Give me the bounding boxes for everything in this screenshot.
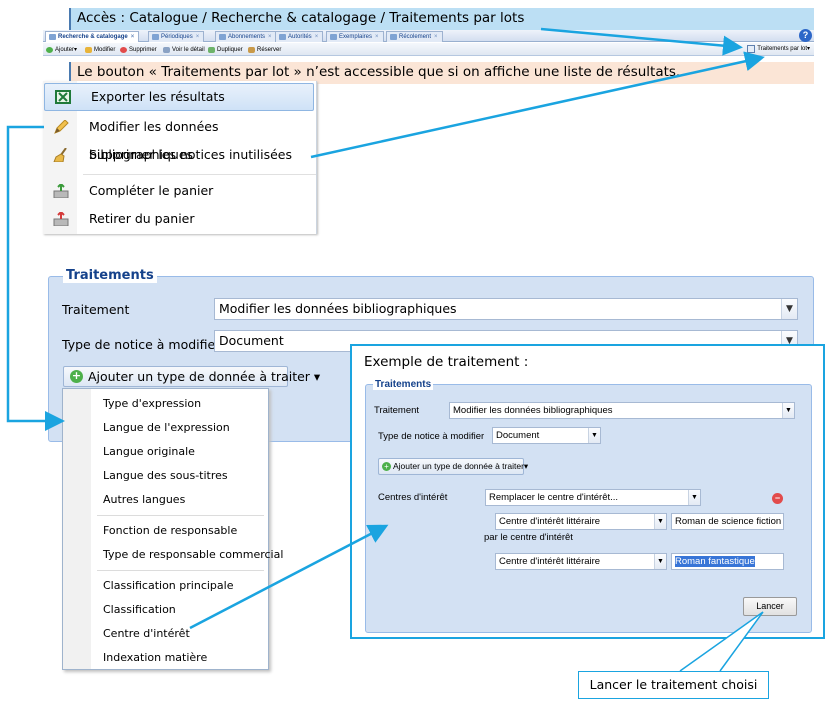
add-icon: +: [382, 462, 391, 471]
interest-value-input-2[interactable]: Roman fantastique: [671, 553, 784, 570]
close-icon[interactable]: ×: [131, 34, 135, 40]
chevron-down-icon[interactable]: ▼: [588, 428, 600, 443]
access-path-note: Accès : Catalogue / Recherche & cataloga…: [69, 8, 814, 30]
tab-autorites[interactable]: Autorités ×: [275, 31, 324, 42]
menu-separator: [97, 515, 264, 516]
replace-by-label: par le centre d'intérêt: [484, 532, 573, 543]
treatment-select[interactable]: Modifier les données bibliographiques ▼: [214, 298, 798, 320]
tab-abonnements[interactable]: Abonnements ×: [215, 31, 277, 42]
menu-item-remove-basket[interactable]: Retirer du panier: [43, 205, 317, 233]
menu-separator: [83, 174, 316, 175]
delete-button[interactable]: Supprimer: [120, 45, 157, 55]
close-icon[interactable]: ×: [434, 34, 438, 40]
pencil-icon: [54, 120, 69, 134]
batch-processing-menu: Exporter les résultats Modifier les donn…: [43, 81, 317, 234]
periodical-icon: [152, 34, 159, 40]
example-box: Exemple de traitement : Traitements Trai…: [350, 344, 825, 639]
copies-icon: [330, 34, 337, 40]
delete-icon: [120, 47, 127, 53]
list-item[interactable]: Type de responsable commercial: [103, 546, 283, 564]
notice-type-label: Type de notice à modifier: [62, 337, 221, 352]
close-icon[interactable]: ×: [375, 34, 379, 40]
menu-item-modify-bibliographic[interactable]: Modifier les données bibliographiques: [43, 113, 317, 162]
subscription-icon: [219, 34, 226, 40]
list-item[interactable]: Indexation matière: [103, 649, 207, 667]
tab-recolement[interactable]: Récolement ×: [386, 31, 443, 42]
data-type-dropdown: Type d'expression Langue de l'expression…: [62, 388, 283, 670]
list-item[interactable]: Langue de l'expression: [103, 419, 230, 437]
treatment-label: Traitement: [374, 405, 420, 416]
interest-type-select-2[interactable]: Centre d'intérêt littéraire ▼: [495, 553, 667, 570]
list-item[interactable]: Type d'expression: [103, 395, 201, 413]
menu-separator: [97, 570, 264, 571]
interest-type-select-1[interactable]: Centre d'intérêt littéraire ▼: [495, 513, 667, 530]
batch-processing-button[interactable]: Traitements par lot▾: [747, 44, 810, 55]
basket-remove-icon: [53, 212, 69, 226]
duplicate-button[interactable]: Dupliquer: [208, 45, 243, 55]
close-icon[interactable]: ×: [196, 34, 200, 40]
module-tab-bar: Recherche & catalogage × Périodiques × Abo…: [43, 29, 814, 42]
example-treatments-panel: Traitements Traitement Modifier les donn…: [365, 379, 812, 633]
reserve-button[interactable]: Réserver: [248, 45, 281, 55]
add-data-type-button[interactable]: + Ajouter un type de donnée à traiter▾: [378, 458, 528, 475]
batch-icon: [747, 45, 756, 53]
tab-recherche-catalogage[interactable]: Recherche & catalogage ×: [45, 31, 140, 42]
launch-button[interactable]: Lancer: [743, 597, 797, 616]
chevron-down-icon[interactable]: ▼: [781, 299, 797, 319]
menu-icon-column: [63, 389, 91, 669]
chevron-down-icon[interactable]: ▼: [654, 514, 666, 529]
menu-item-complete-basket[interactable]: Compléter le panier: [43, 177, 317, 205]
list-item[interactable]: Langue originale: [103, 443, 195, 461]
basket-add-icon: [53, 184, 69, 198]
menu-item-export-results[interactable]: Exporter les résultats: [44, 83, 314, 111]
interest-value-input-1[interactable]: Roman de science fiction: [671, 513, 784, 530]
inventory-icon: [390, 34, 397, 40]
list-item[interactable]: Fonction de responsable: [103, 522, 237, 540]
action-toolbar: Ajouter▾ Modifier Supprimer Voir le déta…: [43, 43, 814, 56]
list-item[interactable]: Classification principale: [103, 577, 233, 595]
notice-type-label: Type de notice à modifier: [378, 431, 485, 442]
tab-exemplaires[interactable]: Exemplaires ×: [326, 31, 384, 42]
interest-action-select[interactable]: Remplacer le centre d'intérêt... ▼: [485, 489, 701, 506]
interest-label: Centres d'intérêt: [378, 492, 448, 503]
reserve-icon: [248, 47, 255, 53]
add-button[interactable]: Ajouter▾: [46, 45, 77, 55]
edit-button[interactable]: Modifier: [85, 45, 115, 55]
chevron-down-icon[interactable]: ▼: [654, 554, 666, 569]
chevron-down-icon[interactable]: ▼: [688, 490, 700, 505]
example-title: Exemple de traitement :: [364, 354, 529, 370]
panel-legend: Traitements: [63, 268, 157, 283]
pencil-icon: [85, 47, 92, 53]
list-item-centre-interet[interactable]: Centre d'intérêt: [103, 625, 190, 643]
authority-icon: [279, 34, 286, 40]
remove-icon[interactable]: −: [772, 493, 783, 504]
excel-icon: [55, 90, 71, 104]
tab-periodiques[interactable]: Périodiques ×: [148, 31, 205, 42]
add-data-type-button[interactable]: + Ajouter un type de donnée à traiter ▾: [63, 366, 320, 387]
search-icon: [49, 34, 56, 40]
add-icon: [46, 47, 53, 53]
magnifier-icon: [163, 47, 170, 53]
treatment-select[interactable]: Modifier les données bibliographiques ▼: [449, 402, 795, 419]
treatment-label: Traitement: [62, 302, 130, 317]
notice-type-select[interactable]: Document ▼: [492, 427, 601, 444]
help-icon[interactable]: ?: [799, 29, 812, 42]
list-item[interactable]: Autres langues: [103, 491, 185, 509]
list-item[interactable]: Langue des sous-titres: [103, 467, 228, 485]
menu-item-delete-unused[interactable]: Supprimer les notices inutilisées: [43, 141, 317, 169]
chevron-down-icon[interactable]: ▼: [782, 403, 794, 418]
launch-callout: Lancer le traitement choisi: [578, 671, 769, 699]
add-icon: +: [70, 369, 83, 383]
panel-legend: Traitements: [373, 379, 434, 390]
close-icon[interactable]: ×: [315, 34, 319, 40]
list-item[interactable]: Classification: [103, 601, 176, 619]
view-detail-button[interactable]: Voir le détail: [163, 45, 205, 55]
close-icon[interactable]: ×: [268, 34, 272, 40]
broom-icon: [53, 148, 67, 162]
duplicate-icon: [208, 47, 215, 53]
